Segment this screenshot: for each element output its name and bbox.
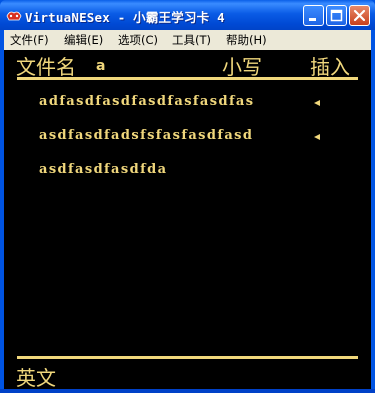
menu-help[interactable]: 帮助(H)	[226, 32, 267, 48]
title-bar[interactable]: VirtuaNESex - 小霸王学习卡 4	[0, 0, 375, 30]
filename-label: 文件名	[16, 55, 76, 79]
line-end-arrow-icon	[314, 100, 320, 106]
minimize-button[interactable]	[303, 5, 324, 26]
window-frame-right	[371, 30, 375, 393]
header-divider	[17, 77, 358, 80]
mode-indicator: 插入	[310, 55, 350, 79]
language-indicator: 英文	[16, 366, 56, 390]
line-end-arrow-icon	[314, 134, 320, 140]
app-window: VirtuaNESex - 小霸王学习卡 4 文件(F) 编辑(E) 选项(C)…	[0, 0, 375, 393]
close-button[interactable]	[349, 5, 370, 26]
menu-bar: 文件(F) 编辑(E) 选项(C) 工具(T) 帮助(H)	[4, 30, 371, 50]
app-icon[interactable]	[6, 8, 22, 22]
maximize-icon	[330, 9, 343, 22]
case-indicator: 小写	[222, 55, 262, 79]
text-line: asdfasdfadsfsfasfasdfasd	[39, 128, 254, 143]
text-line: adfasdfasdfasdfasfasdfas	[39, 94, 255, 109]
menu-tools[interactable]: 工具(T)	[172, 32, 211, 48]
close-icon	[353, 9, 366, 22]
footer-divider	[17, 356, 358, 359]
window-title: VirtuaNESex - 小霸王学习卡 4	[25, 10, 225, 25]
emulator-screen[interactable]: 文件名 a 小写 插入 adfasdfasdfasdfasfasdfas asd…	[4, 50, 371, 390]
menu-file[interactable]: 文件(F)	[10, 32, 49, 48]
text-line: asdfasdfasdfda	[39, 162, 168, 177]
minimize-icon	[309, 18, 316, 21]
menu-edit[interactable]: 编辑(E)	[64, 32, 103, 48]
menu-options[interactable]: 选项(C)	[118, 32, 158, 48]
window-frame-bottom	[0, 389, 375, 393]
filename-value: a	[96, 58, 106, 74]
maximize-button[interactable]	[326, 5, 347, 26]
